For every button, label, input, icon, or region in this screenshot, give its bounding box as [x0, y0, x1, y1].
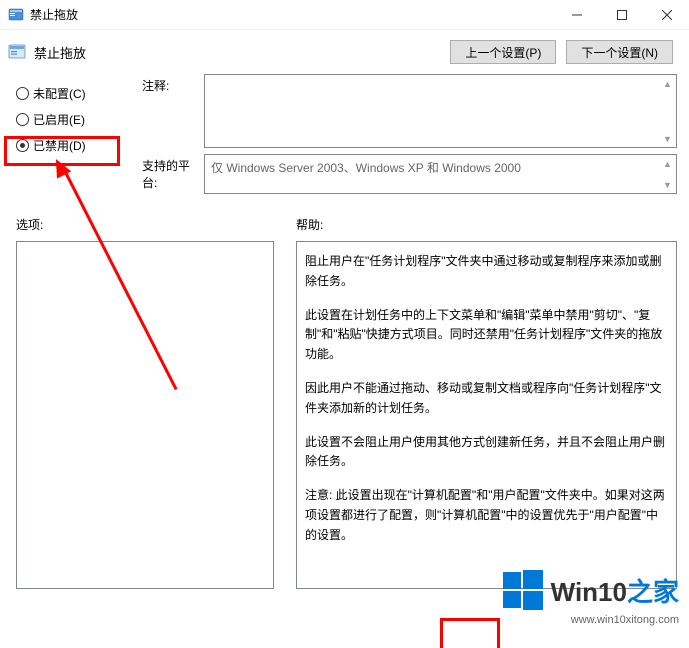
radio-label: 已禁用(D)	[33, 137, 86, 154]
help-text: 此设置在计划任务中的上下文菜单和"编辑"菜单中禁用"剪切"、"复制"和"粘贴"快…	[305, 306, 668, 365]
close-button[interactable]	[644, 0, 689, 29]
radio-icon	[16, 113, 29, 126]
comment-label: 注释:	[142, 74, 204, 94]
window-title: 禁止拖放	[30, 6, 554, 23]
help-text: 阻止用户在"任务计划程序"文件夹中通过移动或复制程序来添加或删除任务。	[305, 252, 668, 292]
watermark-url: www.win10xitong.com	[571, 614, 679, 626]
comment-textarea[interactable]: ▲ ▼	[204, 74, 677, 148]
scroll-up-icon[interactable]: ▲	[660, 156, 675, 171]
radio-label: 未配置(C)	[33, 85, 86, 102]
policy-icon	[8, 42, 28, 62]
scroll-down-icon[interactable]: ▼	[660, 131, 675, 146]
radio-enabled[interactable]: 已启用(E)	[16, 106, 134, 132]
minimize-button[interactable]	[554, 0, 599, 29]
prev-setting-button[interactable]: 上一个设置(P)	[450, 40, 556, 64]
scroll-down-icon[interactable]: ▼	[660, 177, 675, 192]
next-setting-button[interactable]: 下一个设置(N)	[566, 40, 673, 64]
options-panel	[16, 241, 274, 589]
radio-icon	[16, 87, 29, 100]
help-panel: 阻止用户在"任务计划程序"文件夹中通过移动或复制程序来添加或删除任务。 此设置在…	[296, 241, 677, 589]
window-controls	[554, 0, 689, 29]
platform-label: 支持的平台:	[142, 154, 204, 191]
platform-textarea[interactable]: 仅 Windows Server 2003、Windows XP 和 Windo…	[204, 154, 677, 194]
gpedit-icon	[8, 7, 24, 23]
radio-disabled[interactable]: 已禁用(D)	[16, 132, 134, 158]
options-label: 选项:	[16, 216, 274, 233]
header-row: 禁止拖放 上一个设置(P) 下一个设置(N)	[0, 30, 689, 74]
radio-icon	[16, 139, 29, 152]
radio-not-configured[interactable]: 未配置(C)	[16, 80, 134, 106]
maximize-button[interactable]	[599, 0, 644, 29]
annotation-partial-box	[440, 618, 500, 648]
help-text: 注意: 此设置出现在"计算机配置"和"用户配置"文件夹中。如果对这两项设置都进行…	[305, 486, 668, 545]
help-text: 因此用户不能通过拖动、移动或复制文档或程序向"任务计划程序"文件夹添加新的计划任…	[305, 379, 668, 419]
help-label: 帮助:	[296, 216, 677, 233]
platform-value: 仅 Windows Server 2003、Windows XP 和 Windo…	[211, 161, 521, 175]
scroll-up-icon[interactable]: ▲	[660, 76, 675, 91]
policy-title: 禁止拖放	[34, 43, 450, 62]
help-text: 此设置不会阻止用户使用其他方式创建新任务，并且不会阻止用户删除任务。	[305, 433, 668, 473]
radio-label: 已启用(E)	[33, 111, 85, 128]
radio-group: 未配置(C) 已启用(E) 已禁用(D)	[16, 74, 134, 200]
titlebar: 禁止拖放	[0, 0, 689, 30]
